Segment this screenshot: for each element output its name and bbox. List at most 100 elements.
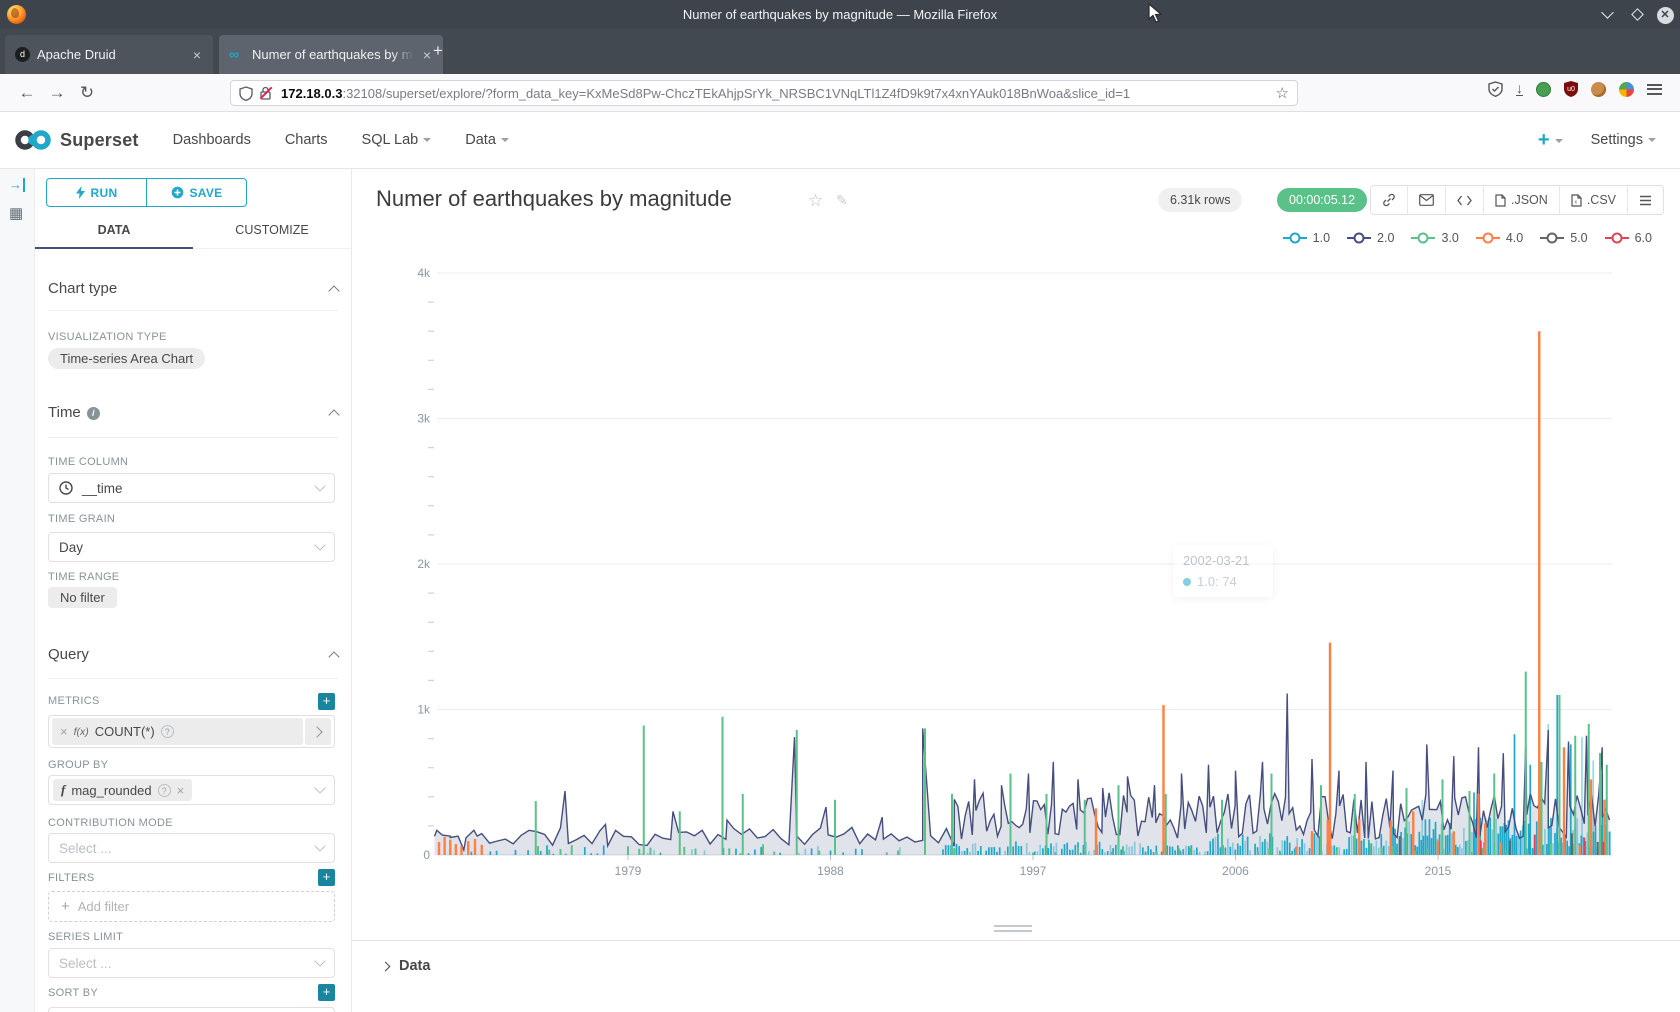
metrics-label: METRICS xyxy=(48,695,100,707)
chart-title[interactable]: Numer of earthquakes by magnitude xyxy=(376,186,732,212)
browser-tab-superset-active[interactable]: ∞ Numer of earthquakes by m × xyxy=(219,35,443,74)
close-button[interactable]: ✕ xyxy=(1656,6,1674,24)
row-count-badge: 6.31k rows xyxy=(1158,188,1242,212)
embed-code-button[interactable] xyxy=(1445,186,1483,214)
tab-data[interactable]: DATA xyxy=(35,213,193,248)
svg-text:0: 0 xyxy=(423,848,430,862)
add-filter-button[interactable]: + xyxy=(318,869,335,886)
select-placeholder: Select ... xyxy=(59,841,112,856)
contribution-mode-select[interactable]: Select ... xyxy=(48,833,335,863)
time-range-label: TIME RANGE xyxy=(48,571,119,583)
email-button[interactable] xyxy=(1407,186,1445,214)
query-timer-badge: 00:00:05.12 xyxy=(1277,188,1367,212)
maximize-button[interactable] xyxy=(1628,5,1646,23)
superset-logo[interactable]: Superset xyxy=(14,129,139,151)
add-filter-dropzone[interactable]: +Add filter xyxy=(48,891,335,922)
group-by-label: GROUP BY xyxy=(48,759,108,771)
add-new-button[interactable]: + xyxy=(1538,129,1563,152)
application-window: Numer of earthquakes by magnitude — Mozi… xyxy=(0,0,1680,1012)
nav-dashboards[interactable]: Dashboards xyxy=(173,132,251,148)
window-title: Numer of earthquakes by magnitude — Mozi… xyxy=(0,7,1680,22)
reload-button[interactable]: ↻ xyxy=(72,83,102,103)
bookmark-star-icon[interactable]: ☆ xyxy=(1276,84,1289,102)
panel-resize-handle[interactable] xyxy=(994,925,1032,935)
viz-type-value[interactable]: Time-series Area Chart xyxy=(48,348,205,369)
section-query[interactable]: Query xyxy=(48,646,338,663)
new-tab-button[interactable]: + xyxy=(427,42,449,59)
left-icon-strip xyxy=(0,169,35,1012)
downloads-icon[interactable]: ↓ xyxy=(1516,82,1523,96)
chevron-right-icon xyxy=(381,961,391,971)
extension-toolbar: ↓ u0 xyxy=(1488,81,1662,97)
extension-green-icon[interactable] xyxy=(1536,82,1551,97)
back-button[interactable]: ← xyxy=(12,83,42,103)
ublock-shield-icon[interactable]: u0 xyxy=(1564,81,1578,97)
run-button[interactable]: RUN xyxy=(47,179,146,206)
series-limit-select[interactable]: Select ... xyxy=(48,948,335,978)
extension-shield-check-icon[interactable] xyxy=(1488,81,1503,97)
svg-text:1988: 1988 xyxy=(817,864,844,878)
export-json-button[interactable]: .JSON xyxy=(1483,186,1559,214)
nav-charts[interactable]: Charts xyxy=(285,132,328,148)
url-text[interactable]: 172.18.0.3:32108/superset/explore/?form_… xyxy=(281,86,1276,101)
group-by-pill[interactable]: f mag_rounded ? × xyxy=(53,779,192,801)
svg-text:1979: 1979 xyxy=(615,864,642,878)
data-results-panel-header[interactable]: Data xyxy=(352,940,1680,974)
edit-properties-icon[interactable]: ✎ xyxy=(836,192,848,209)
time-column-select[interactable]: __time xyxy=(48,473,335,503)
save-button[interactable]: SAVE xyxy=(146,179,246,206)
panel-tabs: DATA CUSTOMIZE xyxy=(35,213,351,249)
tab-customize[interactable]: CUSTOMIZE xyxy=(193,213,351,248)
time-grain-select[interactable]: Day xyxy=(48,532,335,562)
section-chart-type[interactable]: Chart type xyxy=(48,280,338,297)
tracking-protection-shield-icon[interactable] xyxy=(239,86,253,101)
time-column-value: __time xyxy=(82,481,123,496)
export-csv-button[interactable]: x .CSV xyxy=(1559,186,1627,214)
group-by-select[interactable]: f mag_rounded ? × xyxy=(48,775,335,805)
svg-text:1997: 1997 xyxy=(1020,864,1047,878)
plus-circle-icon xyxy=(171,186,184,199)
tab-close-icon[interactable]: × xyxy=(191,47,203,63)
tooltip-date: 2002-03-21 xyxy=(1183,553,1263,568)
lightning-bolt-icon xyxy=(76,186,85,199)
fx-icon: f(x) xyxy=(74,726,89,738)
favorite-star-icon[interactable]: ☆ xyxy=(808,191,823,211)
metric-expand-caret[interactable] xyxy=(305,718,331,745)
remove-groupby-icon[interactable]: × xyxy=(177,783,185,798)
copy-link-button[interactable] xyxy=(1371,186,1407,214)
browser-tab-druid[interactable]: d Apache Druid × xyxy=(5,35,213,74)
remove-metric-icon[interactable]: × xyxy=(60,724,68,739)
time-column-label: TIME COLUMN xyxy=(48,456,128,468)
insecure-lock-icon[interactable] xyxy=(259,86,273,100)
chevron-down-icon xyxy=(1648,138,1656,142)
svg-text:1k: 1k xyxy=(417,703,431,717)
url-bar[interactable]: 172.18.0.3:32108/superset/explore/?form_… xyxy=(230,80,1298,106)
chart-menu-button[interactable] xyxy=(1627,186,1663,214)
menu-hamburger-icon[interactable] xyxy=(1647,84,1662,95)
add-sort-button[interactable]: + xyxy=(318,984,335,1001)
file-icon xyxy=(1495,194,1506,207)
nav-sql-lab[interactable]: SQL Lab xyxy=(362,132,432,148)
metric-pill[interactable]: × f(x) COUNT(*) ? xyxy=(52,718,303,745)
chevron-down-icon xyxy=(423,138,431,142)
help-icon: ? xyxy=(161,725,174,738)
url-path: :32108/superset/explore/?form_data_key=K… xyxy=(342,86,1130,101)
timeseries-area-chart[interactable]: 01k2k3k4k19791988199720062015 xyxy=(352,230,1680,890)
minimize-button[interactable] xyxy=(1598,5,1616,23)
contribution-mode-label: CONTRIBUTION MODE xyxy=(48,817,173,829)
chevron-up-icon xyxy=(328,409,339,420)
section-time[interactable]: Timei xyxy=(48,404,338,421)
add-metric-button[interactable]: + xyxy=(318,693,335,710)
dataset-grid-icon[interactable]: ▦ xyxy=(9,206,23,221)
extension-pinwheel-icon[interactable] xyxy=(1619,82,1634,97)
chevron-down-icon xyxy=(314,840,325,851)
forward-button[interactable]: → xyxy=(42,83,72,103)
time-range-value[interactable]: No filter xyxy=(48,587,117,608)
settings-menu[interactable]: Settings xyxy=(1591,132,1656,148)
tooltip-value: 1.0: 74 xyxy=(1197,574,1237,589)
nav-data[interactable]: Data xyxy=(465,132,509,148)
cookie-extension-icon[interactable] xyxy=(1591,82,1606,97)
group-by-value: mag_rounded xyxy=(71,783,151,798)
sort-by-select[interactable] xyxy=(48,1007,335,1012)
expand-dataset-panel-icon[interactable]: → xyxy=(9,178,25,192)
